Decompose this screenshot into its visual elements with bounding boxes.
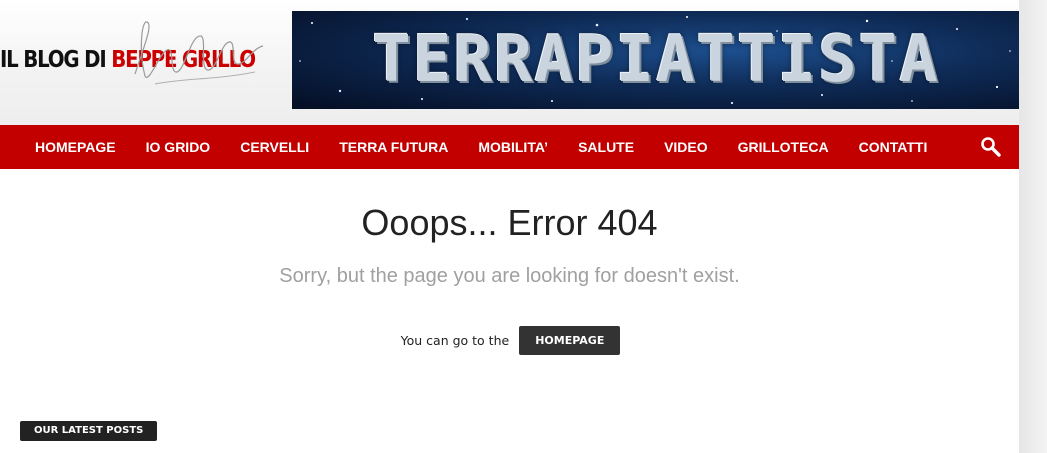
- nav-item-homepage[interactable]: HOMEPAGE: [20, 125, 131, 169]
- page: IL BLOG DI BEPPE GRILLO TERRAPIATTISTA H…: [0, 0, 1020, 453]
- error-title: Ooops... Error 404: [361, 202, 658, 243]
- main-nav: HOMEPAGE IO GRIDO CERVELLI TERRA FUTURA …: [0, 125, 1019, 169]
- banner-ad[interactable]: TERRAPIATTISTA: [292, 11, 1020, 109]
- go-home-text: You can go to the: [400, 332, 510, 348]
- nav-item-grilloteca[interactable]: GRILLOTECA: [723, 125, 844, 169]
- nav-item-salute[interactable]: SALUTE: [563, 125, 649, 169]
- nav-item-contatti[interactable]: CONTATTI: [844, 125, 943, 169]
- page-gutter: [1019, 0, 1047, 453]
- error-subtitle: Sorry, but the page you are looking for …: [279, 265, 740, 287]
- banner-title: TERRAPIATTISTA: [372, 23, 940, 97]
- nav-item-video[interactable]: VIDEO: [649, 125, 723, 169]
- go-home-row: You can go to the HOMEPAGE: [0, 325, 1019, 355]
- nav-item-io-grido[interactable]: IO GRIDO: [131, 125, 226, 169]
- nav-item-terra-futura[interactable]: TERRA FUTURA: [324, 125, 463, 169]
- nav-item-cervelli[interactable]: CERVELLI: [225, 125, 324, 169]
- homepage-button[interactable]: HOMEPAGE: [519, 325, 621, 355]
- search-icon[interactable]: [980, 136, 1002, 158]
- nav-item-mobilita[interactable]: MOBILITA’: [463, 125, 563, 169]
- latest-posts-heading: OUR LATEST POSTS: [20, 421, 158, 441]
- logo-prefix: IL BLOG DI: [0, 47, 107, 73]
- signature-icon: [134, 21, 264, 85]
